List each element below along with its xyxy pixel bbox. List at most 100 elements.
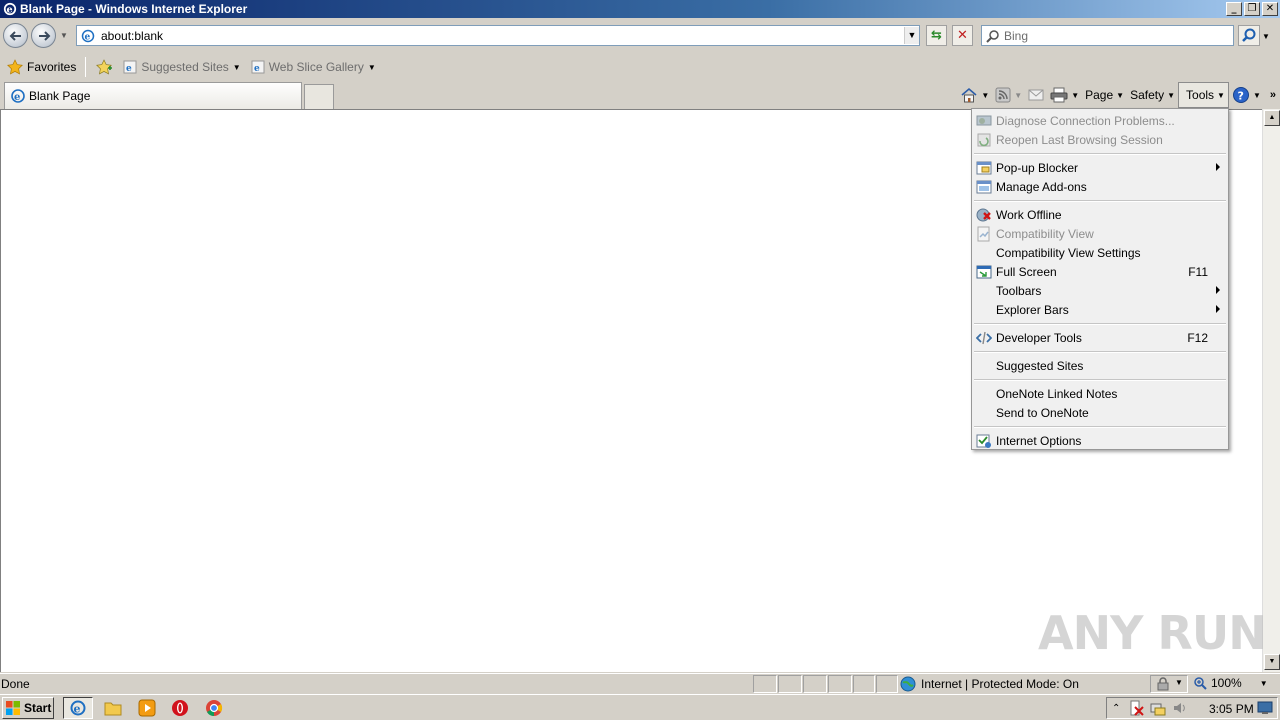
menu-item-compatibility-view[interactable]: Compatibility View [972,224,1228,243]
menu-item-label: Diagnose Connection Problems... [996,113,1175,128]
menu-item-send-to-onenote[interactable]: Send to OneNote [972,403,1228,422]
status-panel [828,675,852,693]
chevron-down-icon: ▼ [1014,90,1023,100]
menu-item-full-screen[interactable]: Full Screen F11 [972,262,1228,281]
vertical-scrollbar[interactable]: ▲ ▼ [1262,109,1280,672]
security-zone[interactable]: Internet | Protected Mode: On [900,676,1079,692]
web-slice-gallery-label: Web Slice Gallery [268,60,364,74]
web-slice-gallery-link[interactable]: e Web Slice Gallery ▼ [248,56,379,78]
menu-item-onenote-linked-notes[interactable]: OneNote Linked Notes [972,384,1228,403]
restore-button[interactable]: ❐ [1244,2,1260,16]
network-icon[interactable] [1150,700,1166,716]
suggested-sites-link[interactable]: e Suggested Sites ▼ [120,56,243,78]
tools-dropdown-menu: Diagnose Connection Problems... Reopen L… [971,108,1229,450]
taskbar-opera[interactable] [165,697,195,719]
system-tray: ⌃ 3:05 PM [1106,697,1278,719]
home-button[interactable]: ▼ [957,84,992,106]
start-button[interactable]: Start [2,697,54,719]
zoom-control[interactable]: 100% ▼ [1193,676,1268,690]
menu-item-label: Send to OneNote [996,405,1089,420]
ie-page-icon: e [123,60,137,74]
internet-explorer-icon: e [70,700,86,716]
protected-mode-panel[interactable]: ▼ [1150,675,1188,693]
ie-page-icon: e [81,29,95,42]
favorites-button[interactable]: Favorites [4,56,79,78]
menu-item-developer-tools[interactable]: Developer Tools F12 [972,328,1228,347]
taskbar-internet-explorer[interactable]: e [63,697,93,719]
recent-pages-dropdown-icon[interactable]: ▼ [60,31,68,40]
stop-button[interactable]: ✕ [952,25,973,46]
opera-icon [172,700,188,716]
menu-item-explorer-bars[interactable]: Explorer Bars [972,300,1228,319]
developer-tools-icon [976,331,992,345]
chevron-down-icon: ▼ [981,90,990,100]
scroll-down-arrow-icon[interactable]: ▼ [1264,654,1280,670]
menu-separator [972,319,1228,328]
taskbar-media-player[interactable] [132,697,162,719]
svg-text:e: e [126,64,132,74]
submenu-arrow-icon [1216,305,1220,313]
menu-item-shortcut: F11 [1188,264,1208,279]
help-button[interactable]: ? ▼ [1229,84,1264,106]
clock[interactable]: 3:05 PM [1209,702,1254,716]
chevron-down-icon: ▼ [1116,90,1125,100]
print-button[interactable]: ▼ [1047,84,1082,106]
more-commands-chevron-icon[interactable]: » [1270,89,1276,101]
close-button[interactable]: ✕ [1262,2,1278,16]
search-box[interactable]: Bing [981,25,1234,46]
minimize-button[interactable]: _ [1226,2,1242,16]
safety-menu-button[interactable]: Safety ▼ [1127,84,1178,106]
show-desktop-icon[interactable] [1257,701,1273,715]
search-go-button[interactable] [1238,25,1260,46]
chevron-down-icon: ▼ [367,62,376,72]
security-zone-label: Internet | Protected Mode: On [921,677,1079,691]
taskbar-chrome[interactable] [199,697,229,719]
search-icon [986,29,999,43]
read-mail-button[interactable] [1025,84,1047,106]
address-input[interactable]: about:blank [101,29,904,43]
menu-item-shortcut: F12 [1187,330,1208,345]
menu-item-manage-addons[interactable]: Manage Add-ons [972,177,1228,196]
back-button[interactable] [3,23,28,48]
forward-button[interactable] [31,23,56,48]
menu-item-label: Toolbars [996,283,1042,298]
lock-icon [1157,677,1169,691]
address-bar[interactable]: e about:blank ▼ [76,25,920,46]
anyrun-watermark: ANY RUN [1038,606,1267,660]
search-options-dropdown-icon[interactable]: ▼ [1262,32,1270,41]
menu-item-work-offline[interactable]: Work Offline [972,205,1228,224]
volume-icon[interactable] [1172,700,1188,716]
home-icon [961,87,977,103]
menu-item-internet-options[interactable]: Internet Options [972,431,1228,450]
menu-item-label: Suggested Sites [996,358,1084,373]
menu-item-suggested-sites[interactable]: Suggested Sites [972,356,1228,375]
menu-item-compatibility-view-settings[interactable]: Compatibility View Settings [972,243,1228,262]
taskbar-file-explorer[interactable] [98,697,128,719]
search-input[interactable]: Bing [1004,29,1028,43]
refresh-button[interactable]: ⇆ [926,25,947,46]
svg-text:e: e [74,703,81,716]
address-dropdown-icon[interactable]: ▼ [904,27,919,44]
menu-separator [972,422,1228,431]
popup-blocker-icon [976,161,992,175]
back-arrow-icon [9,31,21,41]
menu-item-reopen-last-session[interactable]: Reopen Last Browsing Session [972,130,1228,149]
suggested-sites-label: Suggested Sites [141,60,229,74]
chevron-down-icon: ▼ [1175,678,1183,687]
tab-blank-page[interactable]: e Blank Page [4,82,302,109]
zoom-icon [1194,677,1207,690]
show-hidden-icons-icon[interactable]: ⌃ [1112,703,1120,714]
media-player-icon [138,699,156,717]
action-center-icon[interactable] [1128,700,1145,716]
feeds-button[interactable]: ▼ [992,84,1025,106]
work-offline-icon [976,208,991,222]
tools-menu-button[interactable]: Tools ▼ [1178,82,1229,108]
add-to-favorites-bar-button[interactable] [92,56,116,78]
menu-item-toolbars[interactable]: Toolbars [972,281,1228,300]
new-tab-button[interactable] [304,84,334,109]
chevron-down-icon: ▼ [232,62,241,72]
scroll-up-arrow-icon[interactable]: ▲ [1264,110,1280,126]
page-menu-button[interactable]: Page ▼ [1082,84,1127,106]
menu-item-popup-blocker[interactable]: Pop-up Blocker [972,158,1228,177]
menu-item-diagnose-connection[interactable]: Diagnose Connection Problems... [972,111,1228,130]
